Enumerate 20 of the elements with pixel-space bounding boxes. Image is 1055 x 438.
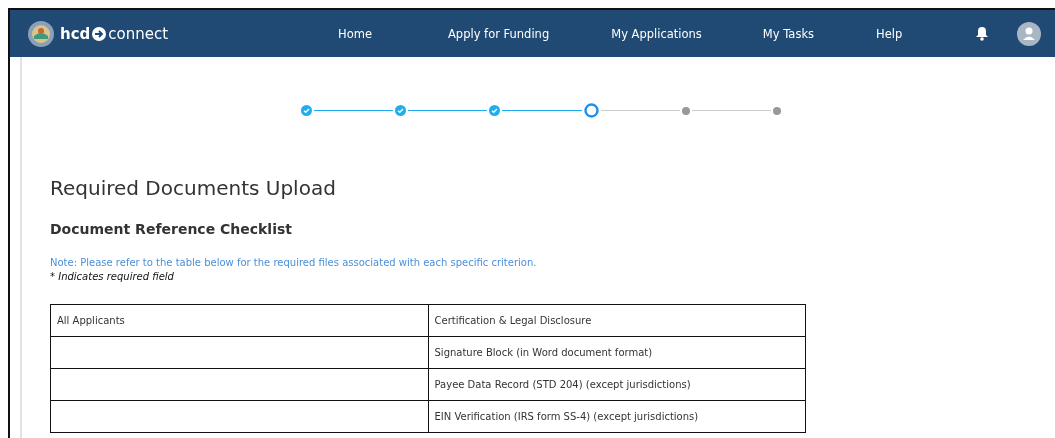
nav-link[interactable]: Help [876, 26, 903, 41]
table-cell: Payee Data Record (STD 204) (except jurisdictions) [428, 368, 806, 401]
arrow-circle-icon [92, 26, 107, 41]
page-title: Required Documents Upload [50, 176, 337, 200]
table-cell: Certification & Legal Disclosure [428, 304, 806, 337]
note-text: Note: Please refer to the table below for the required files associated with each specific criterion. [50, 257, 538, 268]
table-cell: Signature Block (in Word document format) [428, 336, 806, 369]
brand-name: connect [108, 24, 169, 43]
table-cell: EIN Verification (IRS form SS-4) (except jurisdictions) [428, 400, 806, 433]
seal-logo-icon [28, 20, 54, 47]
brand-name: hcd [60, 24, 91, 43]
section-heading: Document Reference Checklist [50, 221, 293, 237]
bell-icon[interactable] [975, 26, 989, 41]
user-avatar-icon[interactable] [1017, 21, 1041, 46]
table-cell: All Applicants [50, 304, 428, 337]
nav-link[interactable]: My Tasks [762, 26, 815, 41]
nav-link[interactable]: My Applications [611, 26, 702, 41]
required-hint: * Indicates required field [50, 271, 175, 282]
nav-link[interactable]: Apply for Funding [447, 26, 550, 41]
nav-link[interactable]: Home [338, 26, 372, 41]
